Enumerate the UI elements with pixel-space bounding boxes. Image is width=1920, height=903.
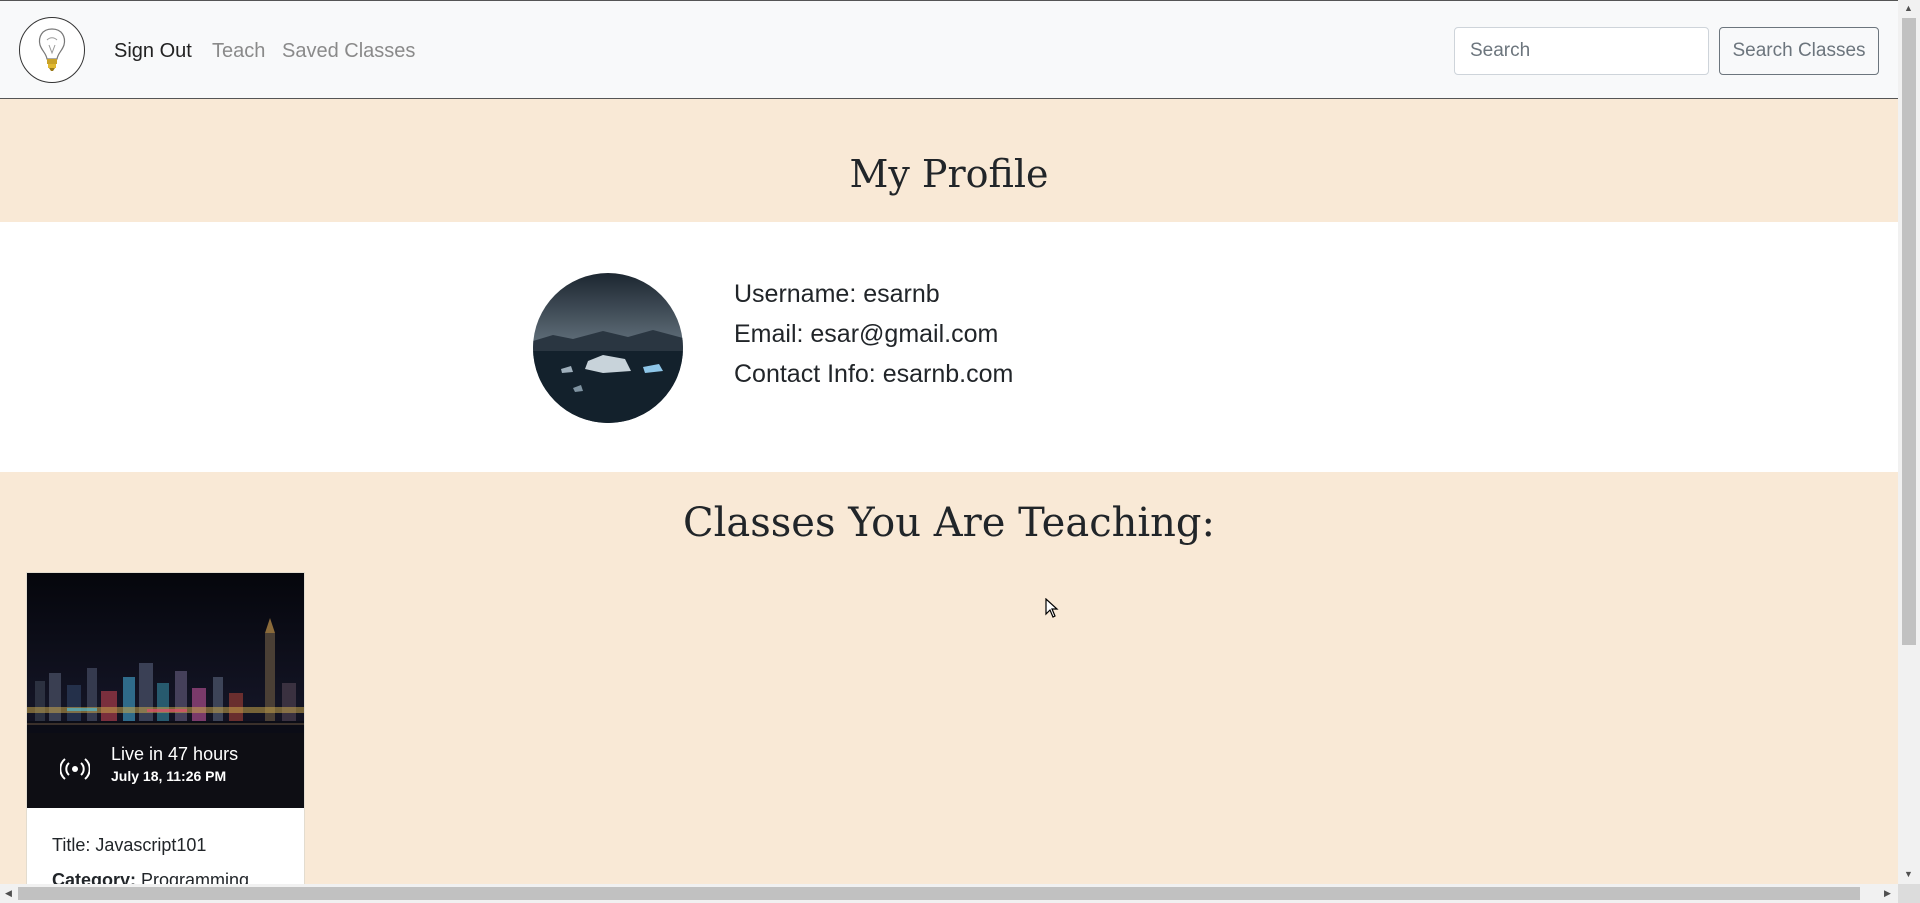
navbar: Sign Out Teach Saved Classes Search Clas… — [0, 0, 1898, 99]
live-datetime: July 18, 11:26 PM — [111, 768, 227, 784]
scroll-right-arrow-icon[interactable]: ▶ — [1884, 888, 1891, 898]
broadcast-icon — [60, 758, 90, 780]
scroll-down-arrow-icon[interactable]: ▼ — [1904, 869, 1913, 879]
search-classes-button[interactable]: Search Classes — [1719, 27, 1879, 75]
class-category: Category: Programming — [52, 870, 249, 884]
class-card-image: Live in 47 hours July 18, 11:26 PM — [27, 573, 304, 808]
section-heading-teaching: Classes You Are Teaching: — [683, 500, 1215, 546]
nav-sign-out[interactable]: Sign Out — [114, 39, 192, 63]
vertical-scrollbar[interactable]: ▲ ▼ — [1898, 0, 1920, 884]
mouse-cursor-icon — [1045, 598, 1059, 618]
class-card[interactable]: Live in 47 hours July 18, 11:26 PM Title… — [26, 572, 305, 884]
class-title: Title: Javascript101 — [52, 835, 207, 855]
live-countdown: Live in 47 hours — [111, 744, 239, 764]
nav-saved-classes[interactable]: Saved Classes — [282, 39, 415, 63]
avatar — [533, 273, 683, 423]
horizontal-scrollbar-thumb[interactable] — [18, 887, 1860, 900]
nav-teach[interactable]: Teach — [212, 39, 265, 63]
horizontal-scrollbar[interactable]: ◀ ▶ — [0, 884, 1898, 903]
profile-email: Email: esar@gmail.com — [734, 320, 999, 348]
page-title: My Profile — [849, 152, 1049, 196]
profile-username: Username: esarnb — [734, 280, 940, 308]
vertical-scrollbar-thumb[interactable] — [1902, 18, 1916, 645]
live-status-overlay: Live in 47 hours July 18, 11:26 PM — [27, 733, 304, 808]
scrollbar-corner — [1898, 884, 1920, 903]
class-category-value: Programming — [136, 870, 250, 884]
profile-section: Username: esarnb Email: esar@gmail.com C… — [0, 222, 1898, 472]
search-input[interactable] — [1454, 27, 1709, 75]
scroll-up-arrow-icon[interactable]: ▲ — [1904, 3, 1913, 13]
lightbulb-logo-icon[interactable] — [19, 17, 85, 83]
scroll-left-arrow-icon[interactable]: ◀ — [5, 888, 12, 898]
page-viewport: Sign Out Teach Saved Classes Search Clas… — [0, 0, 1898, 884]
profile-contact-info: Contact Info: esarnb.com — [734, 360, 1014, 388]
class-category-label: Category: — [52, 870, 137, 884]
